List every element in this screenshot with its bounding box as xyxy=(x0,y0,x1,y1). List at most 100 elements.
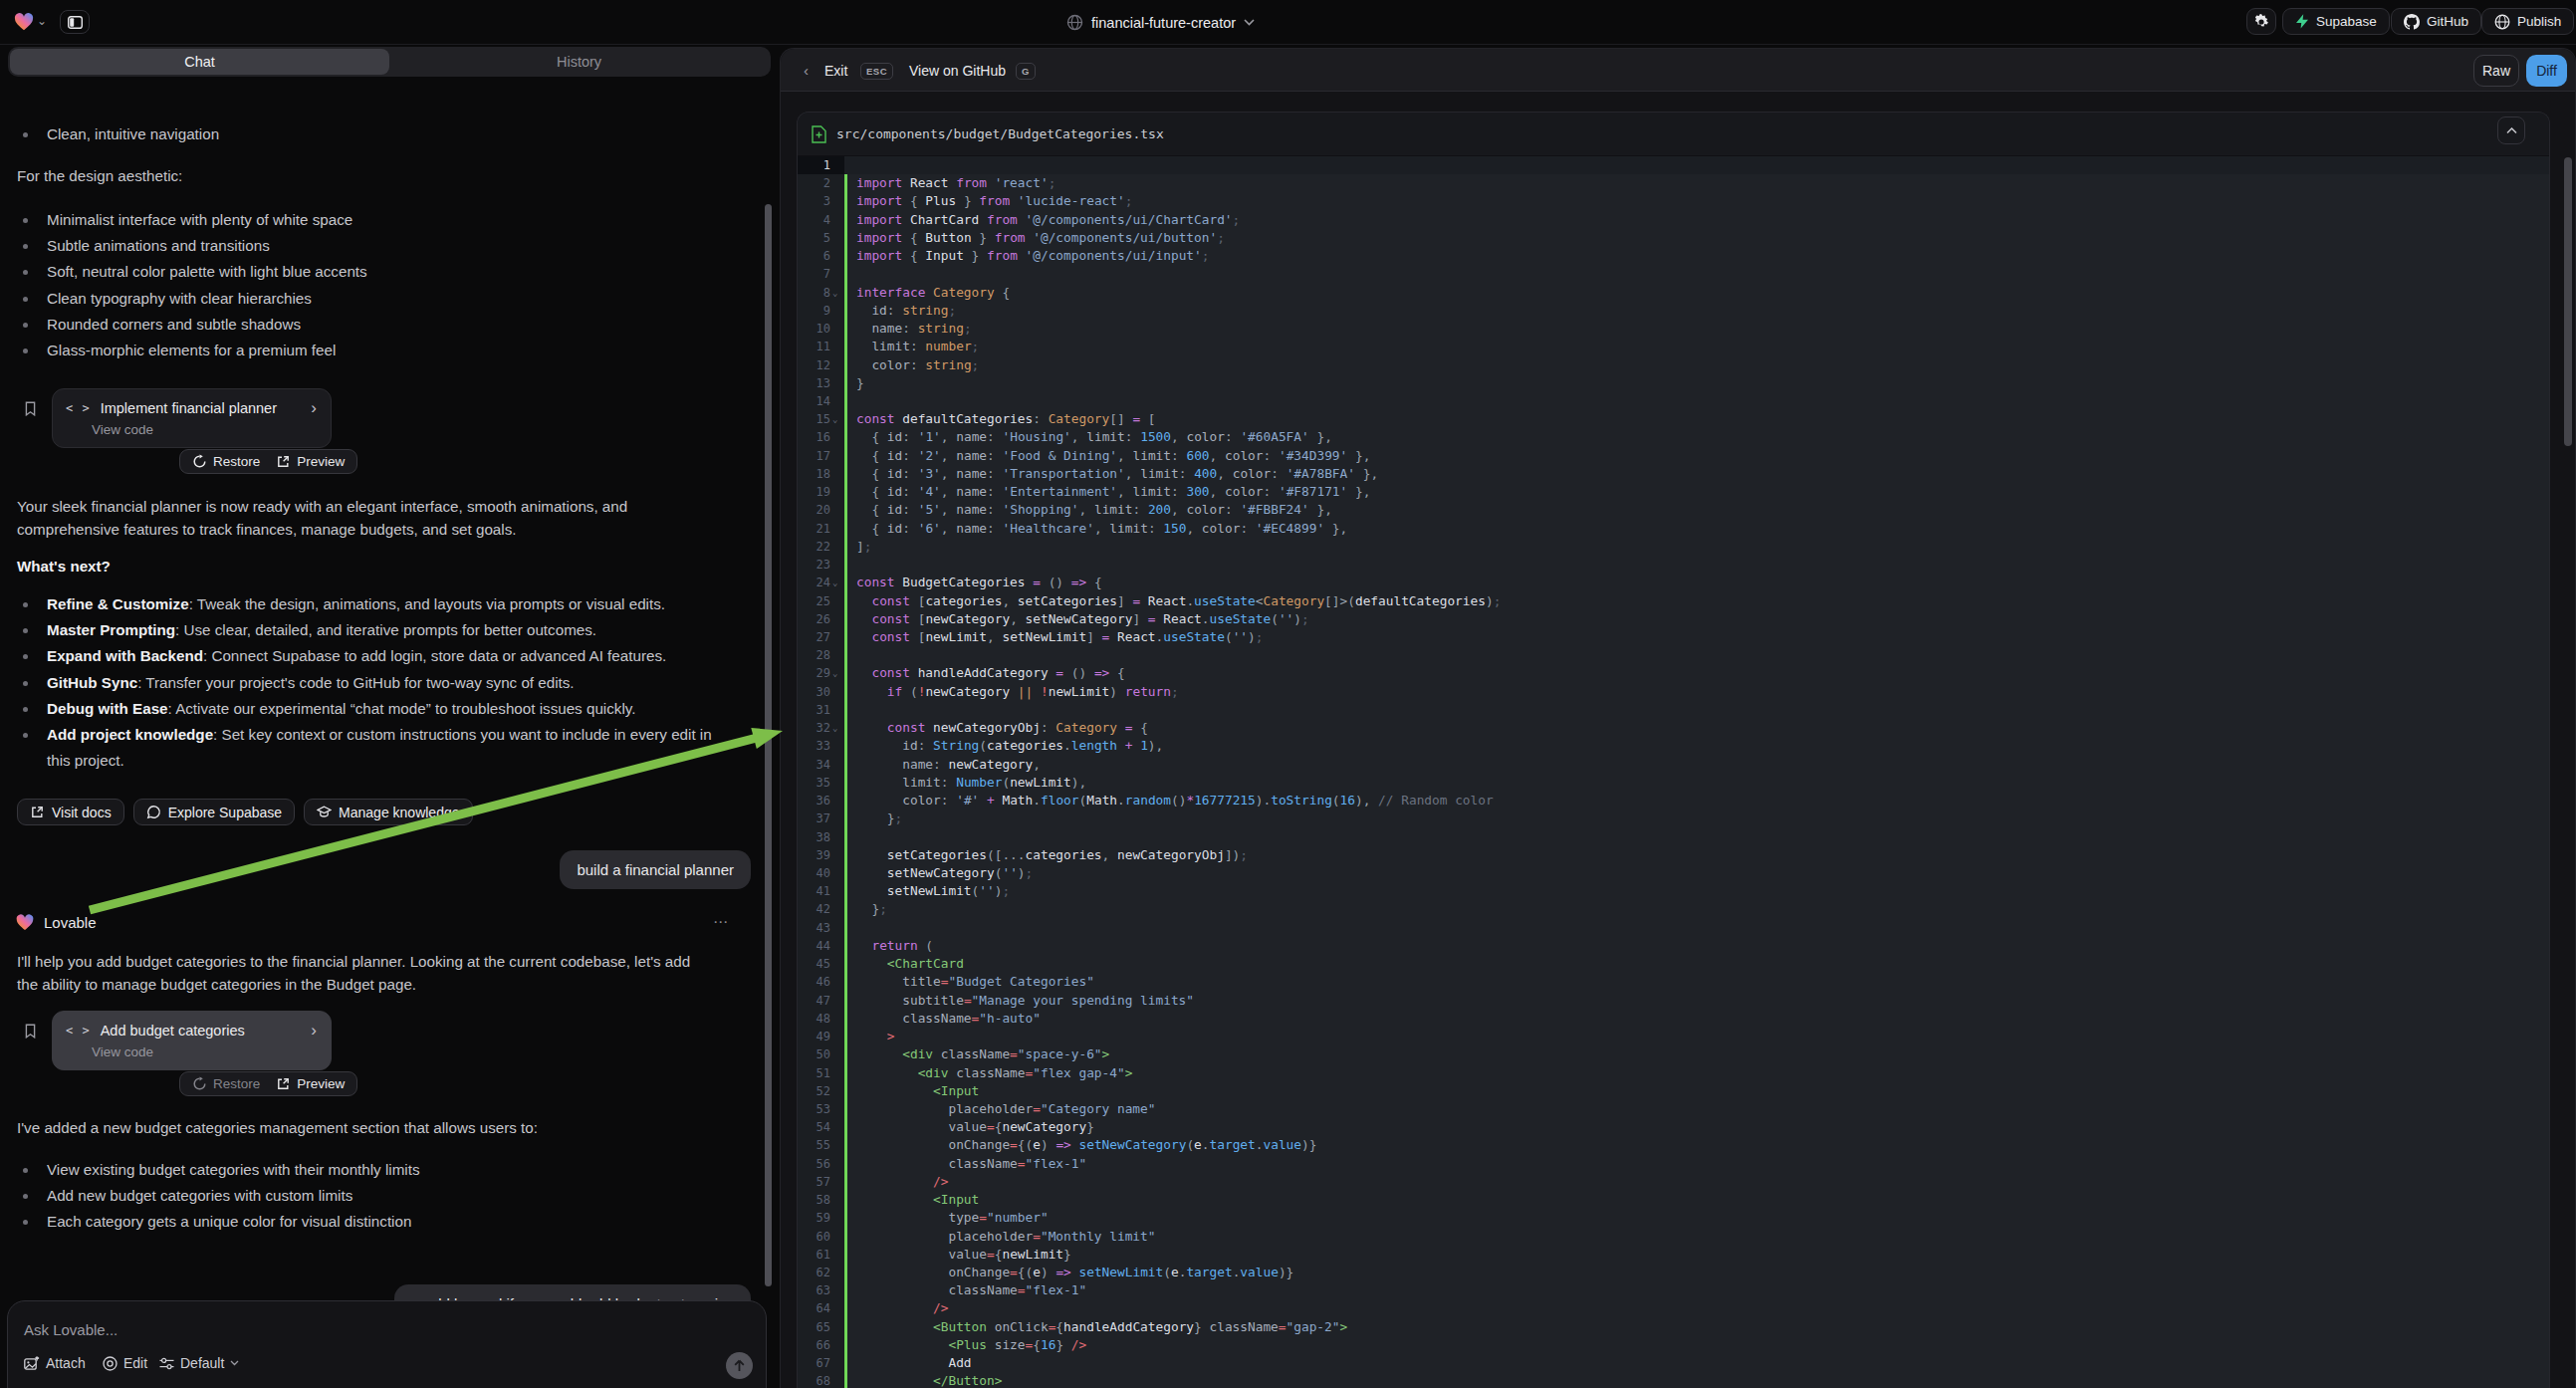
esc-key-badge: ESC xyxy=(860,63,893,80)
project-switcher[interactable]: financial-future-creator xyxy=(1066,0,1255,45)
code-line: 11 limit: number; xyxy=(798,338,2549,355)
supabase-label: Supabase xyxy=(2316,14,2377,29)
exit-button[interactable]: Exit xyxy=(824,49,847,92)
logo-chevron-down-icon[interactable]: ⌄ xyxy=(37,14,47,28)
code-line: 7 xyxy=(798,265,2549,283)
raw-toggle-button[interactable]: Raw xyxy=(2473,55,2519,87)
code-line: 21 { id: '6', name: 'Healthcare', limit:… xyxy=(798,520,2549,538)
github-label: GitHub xyxy=(2427,14,2468,29)
file-added-icon xyxy=(812,125,826,143)
view-code-link[interactable]: View code xyxy=(92,422,317,437)
preview-button[interactable]: Preview xyxy=(276,454,345,469)
chip-explore-supabase[interactable]: Explore Supabase xyxy=(133,799,295,825)
code-icon: < > xyxy=(66,401,91,415)
github-button[interactable]: GitHub xyxy=(2391,8,2481,35)
view-code-link[interactable]: View code xyxy=(92,1044,317,1059)
lovable-avatar xyxy=(16,914,34,931)
collapse-file-button[interactable] xyxy=(2497,116,2525,144)
code-line: 31 xyxy=(798,701,2549,719)
send-button[interactable] xyxy=(726,1352,753,1379)
code-line: 59 type="number" xyxy=(798,1209,2549,1227)
bullet-item: Expand with Backend: Connect Supabase to… xyxy=(17,643,737,669)
file-path: src/components/budget/BudgetCategories.t… xyxy=(836,126,1164,141)
settings-button[interactable] xyxy=(2246,8,2276,35)
composer-placeholder: Ask Lovable... xyxy=(24,1321,117,1338)
tab-history[interactable]: History xyxy=(389,49,769,75)
fold-chevron-icon[interactable]: ⌄ xyxy=(832,664,837,682)
version-card[interactable]: < >Implement financial planner›View code… xyxy=(52,388,332,448)
bullet-item: Add project knowledge: Set key context o… xyxy=(17,722,737,774)
bullet-item: Subtle animations and transitions xyxy=(17,233,737,259)
code-line: 50 <div className="space-y-6"> xyxy=(798,1045,2549,1063)
version-card-title: Implement financial planner xyxy=(101,400,312,416)
fold-chevron-icon[interactable]: ⌄ xyxy=(832,284,837,302)
attach-label: Attach xyxy=(46,1355,86,1371)
restore-icon xyxy=(192,454,207,469)
chevron-up-icon xyxy=(2506,127,2517,134)
code-viewer-panel: ‹ Exit ESC View on GitHub G Raw Diff src… xyxy=(780,48,2576,1388)
restore-preview-bar: Restore Preview xyxy=(179,449,357,474)
assistant-heading: What's next? xyxy=(17,558,111,575)
bullet-list: Minimalist interface with plenty of whit… xyxy=(17,207,737,363)
restore-button[interactable]: Restore xyxy=(192,454,260,469)
code-line: 17 { id: '2', name: 'Food & Dining', lim… xyxy=(798,447,2549,465)
code-line: 40 setNewCategory(''); xyxy=(798,864,2549,882)
code-line: 13} xyxy=(798,374,2549,392)
code-line: 41 setNewLimit(''); xyxy=(798,882,2549,900)
code-line: 29⌄ const handleAddCategory = () => { xyxy=(798,664,2549,682)
view-on-github-button[interactable]: View on GitHub xyxy=(909,49,1006,92)
code-line: 48 className="h-auto" xyxy=(798,1010,2549,1028)
github-icon xyxy=(2404,14,2420,30)
app-root: ⌄ financial-future-creator xyxy=(0,0,2576,1388)
code-line: 63 className="flex-1" xyxy=(798,1281,2549,1299)
message-menu-button[interactable]: ⋯ xyxy=(713,913,729,931)
mode-selector[interactable]: Default xyxy=(159,1355,239,1371)
code-line: 20 { id: '5', name: 'Shopping', limit: 2… xyxy=(798,501,2549,519)
diff-toggle-button[interactable]: Diff xyxy=(2526,55,2567,87)
code-line: 5import { Button } from '@/components/ui… xyxy=(798,229,2549,247)
code-line: 30 if (!newCategory || !newLimit) return… xyxy=(798,683,2549,701)
code-line: 43 xyxy=(798,919,2549,937)
bookmark-icon xyxy=(23,1024,38,1039)
chip-manage-knowledge[interactable]: Manage knowledge xyxy=(304,799,472,825)
publish-label: Publish xyxy=(2517,14,2561,29)
editor-scrollbar[interactable] xyxy=(2564,157,2572,446)
code-area[interactable]: 12import React from 'react';3import { Pl… xyxy=(798,156,2549,1388)
edit-button[interactable]: Edit xyxy=(103,1355,147,1371)
supabase-button[interactable]: Supabase xyxy=(2282,8,2390,35)
code-line: 56 className="flex-1" xyxy=(798,1155,2549,1173)
bullet-item: Clean, intuitive navigation xyxy=(17,121,737,147)
bookmark-icon[interactable] xyxy=(23,1024,38,1039)
publish-button[interactable]: Publish xyxy=(2481,8,2574,35)
globe-icon xyxy=(1066,14,1083,31)
bullet-item: Glass-morphic elements for a premium fee… xyxy=(17,338,737,363)
fold-chevron-icon[interactable]: ⌄ xyxy=(832,410,837,428)
code-line: 55 onChange={(e) => setNewCategory(e.tar… xyxy=(798,1136,2549,1154)
fold-chevron-icon[interactable]: ⌄ xyxy=(832,719,837,737)
assistant-paragraph: I'll help you add budget categories to t… xyxy=(17,950,737,996)
code-line: 64 /> xyxy=(798,1299,2549,1317)
attach-button[interactable]: Attach xyxy=(24,1355,86,1371)
assistant-paragraph: I've added a new budget categories manag… xyxy=(17,1116,737,1139)
version-card[interactable]: < >Add budget categories›View codeRestor… xyxy=(52,1011,332,1070)
bookmark-icon[interactable] xyxy=(23,401,38,416)
lovable-logo-icon[interactable] xyxy=(14,13,34,31)
chip-visit-docs[interactable]: Visit docs xyxy=(17,799,124,825)
code-line: 44 return ( xyxy=(798,937,2549,955)
sidebar-toggle-button[interactable] xyxy=(60,10,90,34)
code-line: 42 }; xyxy=(798,900,2549,918)
chat-scrollbar[interactable] xyxy=(765,204,772,1286)
restore-button[interactable]: Restore xyxy=(192,1076,260,1091)
preview-button[interactable]: Preview xyxy=(276,1076,345,1091)
code-line: 15⌄const defaultCategories: Category[] =… xyxy=(798,410,2549,428)
code-line: 16 { id: '1', name: 'Housing', limit: 15… xyxy=(798,428,2549,446)
code-line: 19 { id: '4', name: 'Entertainment', lim… xyxy=(798,483,2549,501)
code-line: 62 onChange={(e) => setNewLimit(e.target… xyxy=(798,1264,2549,1281)
code-line: 51 <div className="flex gap-4"> xyxy=(798,1064,2549,1082)
fold-chevron-icon[interactable]: ⌄ xyxy=(832,574,837,591)
code-line: 35 limit: Number(newLimit), xyxy=(798,774,2549,792)
file-header[interactable]: src/components/budget/BudgetCategories.t… xyxy=(798,113,2549,156)
g-key-badge: G xyxy=(1016,63,1036,80)
tab-chat[interactable]: Chat xyxy=(10,49,389,75)
composer[interactable]: Ask Lovable... Attach Edit xyxy=(7,1300,767,1388)
